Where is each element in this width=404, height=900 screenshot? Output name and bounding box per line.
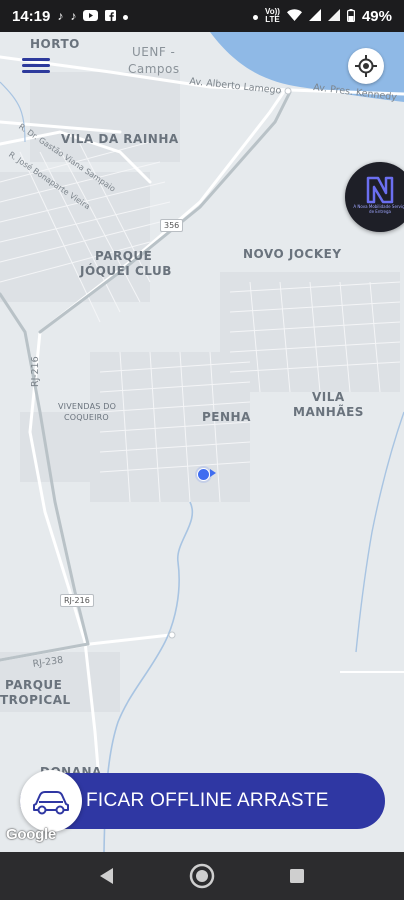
current-location-dot <box>197 468 210 481</box>
road-shield-356: 356 <box>160 219 184 232</box>
slider-label: FICAR OFFLINE ARRASTE <box>86 790 329 811</box>
map-label-horto: HORTO <box>30 37 80 51</box>
map-label-penha: PENHA <box>202 410 251 424</box>
back-button[interactable] <box>87 856 127 896</box>
slider-knob[interactable] <box>20 770 82 832</box>
map-label-vivendas-1: VIVENDAS DO <box>58 402 117 411</box>
menu-line <box>22 64 50 67</box>
status-bar: 14:19 ♪ ♪ Vo)) LTE 49% <box>0 0 404 32</box>
map-label-parque-tropical-1: PARQUE <box>5 678 63 692</box>
youtube-icon <box>83 9 99 23</box>
system-nav-bar <box>0 852 404 900</box>
tiktok-icon: ♪ <box>57 9 64 23</box>
battery-percent: 49% <box>361 7 392 25</box>
tiktok-icon: ♪ <box>70 9 77 23</box>
google-logo: Google <box>6 826 56 843</box>
map-label-parque-jockey-1: PARQUE <box>95 249 153 263</box>
map-label-rj216-road: RJ-216 <box>30 356 41 387</box>
home-circle-icon <box>189 863 215 889</box>
road-node <box>284 87 292 95</box>
menu-line <box>22 70 50 73</box>
recents-square-icon <box>289 869 304 883</box>
status-time: 14:19 <box>12 7 51 25</box>
facebook-icon <box>105 9 117 23</box>
map-label-parque-jockey-2: JÓQUEI CLUB <box>80 264 172 278</box>
map-view[interactable]: HORTO UENF - Campos Av. Alberto Lamego A… <box>0 32 404 852</box>
status-right: Vo)) LTE 49% <box>253 8 392 25</box>
map-label-novo-jockey: NOVO JOCKEY <box>243 247 342 261</box>
recents-button[interactable] <box>277 856 317 896</box>
volte-icon: Vo)) LTE <box>265 8 280 24</box>
map-label-uenf: UENF - <box>132 45 176 59</box>
river-small <box>355 411 404 653</box>
locate-me-button[interactable] <box>348 48 384 84</box>
dot-icon <box>123 10 129 22</box>
brand-tagline: A Nova Mobilidade Serviço de Entrega <box>353 204 404 214</box>
heading-arrow-icon <box>210 469 216 477</box>
hamburger-menu-icon[interactable] <box>22 55 50 79</box>
battery-icon <box>346 8 355 24</box>
status-left: 14:19 ♪ ♪ <box>12 7 129 25</box>
car-icon <box>33 791 69 815</box>
menu-line <box>22 58 50 61</box>
map-label-campos: Campos <box>128 62 180 76</box>
road-shield-rj216: RJ-216 <box>60 594 94 607</box>
signal-icon <box>327 9 340 23</box>
map-label-parque-tropical-2: TROPICAL <box>0 693 71 707</box>
dot-icon <box>253 10 258 22</box>
wifi-icon <box>286 9 302 23</box>
map-label-vila-rainha: VILA DA RAINHA <box>61 132 179 146</box>
map-label-vivendas-2: COQUEIRO <box>64 413 109 422</box>
volte-line2: LTE <box>265 15 280 24</box>
map-label-vila-manhaes-1: VILA <box>312 390 345 404</box>
road-node <box>168 631 176 639</box>
signal-icon <box>308 9 321 23</box>
map-label-vila-manhaes-2: MANHÃES <box>293 405 364 419</box>
home-button[interactable] <box>182 856 222 896</box>
crosshair-icon <box>355 55 377 77</box>
back-triangle-icon <box>100 868 114 884</box>
